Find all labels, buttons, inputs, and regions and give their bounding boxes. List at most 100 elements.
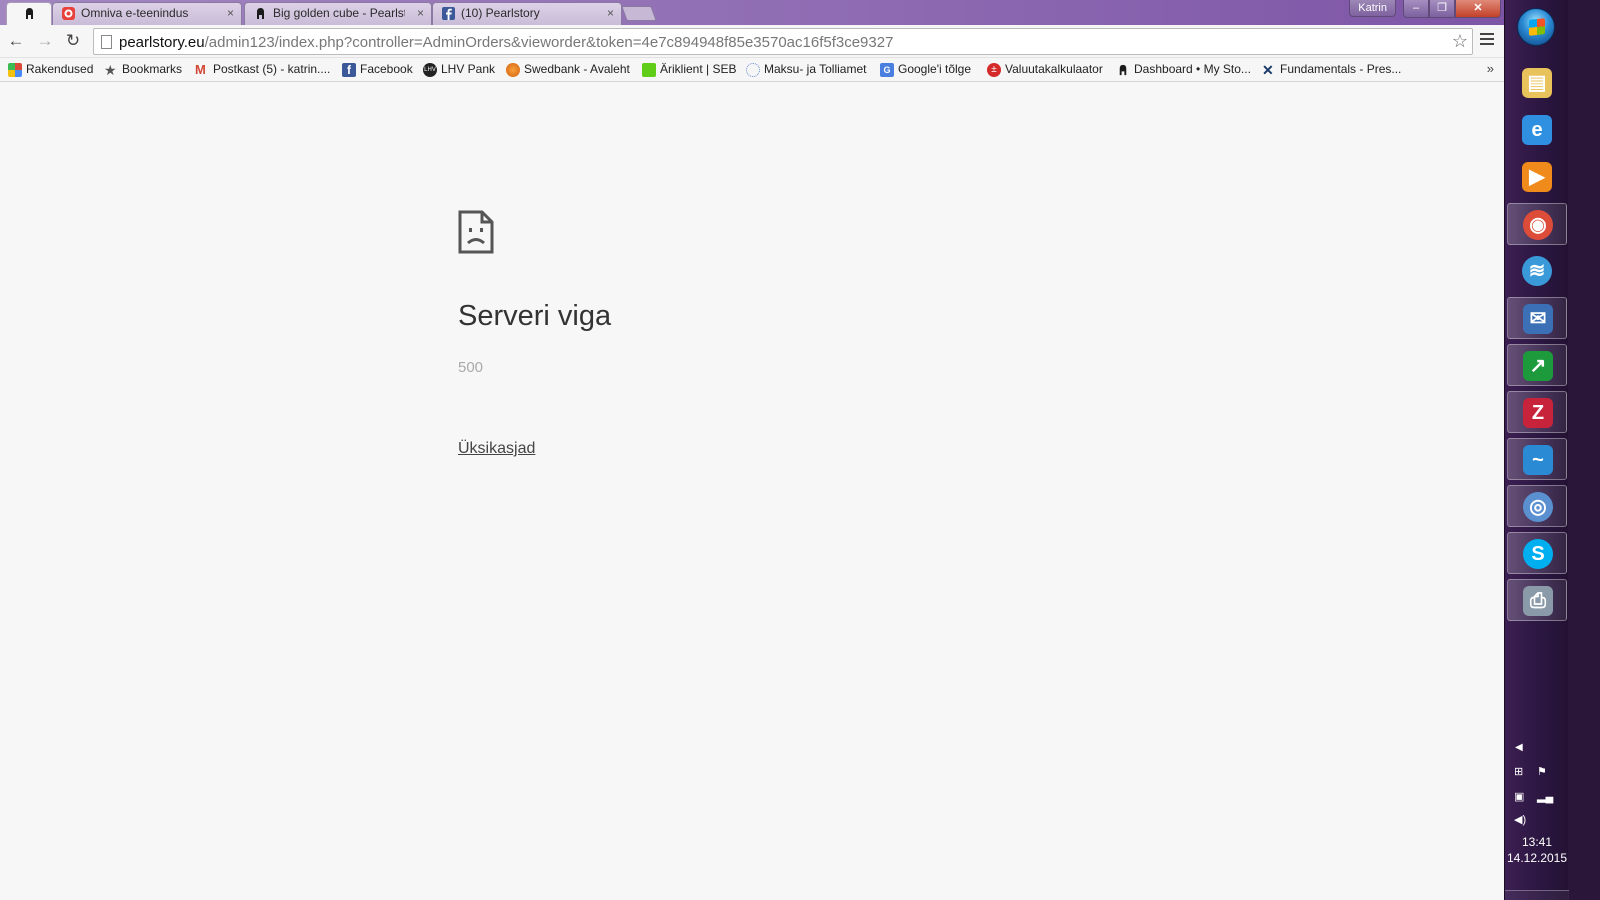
tab-facebook-pearlstory[interactable]: (10) Pearlstory × <box>432 2 622 25</box>
taskbar-app-chrome[interactable]: ◉ <box>1507 203 1567 245</box>
tab-close-icon[interactable]: × <box>227 3 234 24</box>
title-bar: Omniva e-teenindus × Big golden cube - P… <box>0 0 1504 25</box>
taskbar-app-printer[interactable]: ⎙ <box>1507 579 1567 621</box>
skype-icon: S <box>1523 539 1553 569</box>
bookmark-bookmarks[interactable]: ★ Bookmarks <box>102 61 182 79</box>
new-tab-button[interactable] <box>621 6 657 21</box>
tab-active-pearlstory[interactable] <box>6 2 52 25</box>
action-center-flag-icon[interactable]: ⚑ <box>1537 766 1551 778</box>
bookmark-swedbank[interactable]: Swedbank - Avaleht <box>504 61 630 79</box>
apps-grid-icon <box>8 63 22 77</box>
internet-explorer-icon: e <box>1522 115 1552 145</box>
clock-time[interactable]: 13:41 <box>1505 835 1569 849</box>
windows-icon[interactable]: ⊞ <box>1514 766 1528 778</box>
bookmarks-overflow-button[interactable]: » <box>1487 61 1494 76</box>
taskbar-app-file-explorer[interactable]: ▤ <box>1507 62 1567 104</box>
page-content: Serveri viga 500 Üksikasjad <box>0 83 1504 900</box>
url-text[interactable]: pearlstory.eu/admin123/index.php?control… <box>119 34 893 51</box>
tab-big-golden-cube[interactable]: Big golden cube - Pearlstory × <box>244 2 432 25</box>
system-tray: ◀ ⊞ ⚑ ▣ ▂▄ ◀) 13:41 14.12.2015 <box>1505 738 1569 900</box>
swedbank-icon <box>506 63 520 77</box>
tab-close-icon[interactable]: × <box>417 3 424 24</box>
bookmark-rakendused[interactable]: Rakendused <box>6 61 93 79</box>
currency-icon: ± <box>987 63 1001 77</box>
taskbar-app-media-player[interactable]: ▶ <box>1507 156 1567 198</box>
taskbar-app-remote-app[interactable]: ~ <box>1507 438 1567 480</box>
clock-date[interactable]: 14.12.2015 <box>1505 851 1569 865</box>
bookmark-label: Google'i tõlge <box>898 62 972 76</box>
chrome-icon: ◉ <box>1523 210 1553 240</box>
remote-app-icon: ~ <box>1523 445 1553 475</box>
gmail-icon: M <box>195 62 206 77</box>
url-host: pearlstory.eu <box>119 34 205 51</box>
taskbar-app-chromium[interactable]: ◎ <box>1507 485 1567 527</box>
bookmarks-bar: Rakendused ★ Bookmarks M Postkast (5) - ka… <box>0 58 1504 82</box>
profile-badge[interactable]: Katrin <box>1349 0 1396 17</box>
taskbar-app-thunderbird[interactable]: ✉ <box>1507 297 1567 339</box>
details-link[interactable]: Üksikasjad <box>458 440 535 458</box>
bookmark-label: LHV Pank <box>441 62 496 76</box>
stock-chart-icon: ↗ <box>1523 351 1553 381</box>
show-desktop-button[interactable] <box>1505 890 1569 900</box>
window-controls: – ❐ ✕ <box>1403 0 1501 18</box>
bookmark-label: Fundamentals - Pres... <box>1280 62 1402 76</box>
bookmark-star-icon[interactable]: ☆ <box>1452 31 1468 52</box>
bookmark-maksu-ja-tolliamet[interactable]: Maksu- ja Tolliamet <box>744 61 866 79</box>
tab-omniva[interactable]: Omniva e-teenindus × <box>52 2 242 25</box>
minimize-button[interactable]: – <box>1403 0 1429 18</box>
show-hidden-icons-icon[interactable]: ◀ <box>1515 742 1523 753</box>
taskbar-app-stock-chart[interactable]: ↗ <box>1507 344 1567 386</box>
filezilla-icon: Z <box>1523 398 1553 428</box>
page-icon <box>101 35 112 49</box>
start-button[interactable] <box>1517 8 1555 46</box>
taskbar-app-internet-explorer[interactable]: e <box>1507 109 1567 151</box>
bookmark-fundamentals[interactable]: ✕ Fundamentals - Pres... <box>1260 61 1401 79</box>
sad-page-icon <box>458 210 494 257</box>
bookmark-google-translate[interactable]: G Google'i tõlge <box>878 61 971 79</box>
error-title: Serveri viga <box>458 300 612 332</box>
taskbar-app-filezilla[interactable]: Z <box>1507 391 1567 433</box>
volume-icon[interactable]: ◀) <box>1514 814 1528 826</box>
menu-icon[interactable] <box>1480 33 1494 47</box>
pearlstory-icon <box>253 6 268 21</box>
seb-icon <box>642 63 656 77</box>
taskbar-app-network[interactable]: ≋ <box>1507 250 1567 292</box>
forward-button[interactable]: → <box>34 31 56 53</box>
tab-title: Omniva e-teenindus <box>81 6 189 20</box>
media-player-icon: ▶ <box>1522 162 1552 192</box>
lhv-icon: LHV <box>423 63 437 77</box>
bookmark-dashboard[interactable]: Dashboard • My Sto... <box>1114 61 1251 79</box>
facebook-icon <box>441 6 456 21</box>
bookmark-label: Dashboard • My Sto... <box>1134 62 1251 76</box>
bookmark-seb[interactable]: Äriklient | SEB <box>640 61 736 79</box>
bookmark-label: Valuutakalkulaator <box>1005 62 1103 76</box>
browser-toolbar: ← → ↻ pearlstory.eu/admin123/index.php?c… <box>0 25 1504 58</box>
facebook-icon: f <box>342 63 356 77</box>
tab-title: (10) Pearlstory <box>461 6 540 20</box>
bookmark-label: Swedbank - Avaleht <box>524 62 630 76</box>
bookmark-lhv-pank[interactable]: LHV LHV Pank <box>421 61 495 79</box>
prestashop-icon: ✕ <box>1262 62 1274 78</box>
tab-close-icon[interactable]: × <box>607 3 614 24</box>
address-bar[interactable]: pearlstory.eu/admin123/index.php?control… <box>93 28 1473 55</box>
bookmark-label: Bookmarks <box>122 62 183 76</box>
star-icon: ★ <box>104 62 117 78</box>
clipboard-icon[interactable]: ▣ <box>1514 791 1528 803</box>
bookmark-postkast[interactable]: M Postkast (5) - katrin.... <box>193 61 330 79</box>
url-path: /admin123/index.php?controller=AdminOrde… <box>204 34 894 51</box>
bookmark-valuutakalkulaator[interactable]: ± Valuutakalkulaator <box>985 61 1103 79</box>
reload-button[interactable]: ↻ <box>62 31 84 53</box>
printer-icon: ⎙ <box>1523 586 1553 616</box>
taskbar-app-skype[interactable]: S <box>1507 532 1567 574</box>
bookmark-label: Rakendused <box>26 62 94 76</box>
network-signal-icon[interactable]: ▂▄ <box>1537 791 1553 803</box>
google-translate-icon: G <box>880 63 894 77</box>
back-button[interactable]: ← <box>5 31 27 53</box>
restore-button[interactable]: ❐ <box>1429 0 1455 18</box>
browser-window: Omniva e-teenindus × Big golden cube - P… <box>0 0 1504 900</box>
tab-title: Big golden cube - Pearlstory <box>273 6 405 20</box>
close-window-button[interactable]: ✕ <box>1455 0 1501 18</box>
bookmark-facebook[interactable]: f Facebook <box>340 61 413 79</box>
chromium-icon: ◎ <box>1523 492 1553 522</box>
network-icon: ≋ <box>1522 256 1552 286</box>
